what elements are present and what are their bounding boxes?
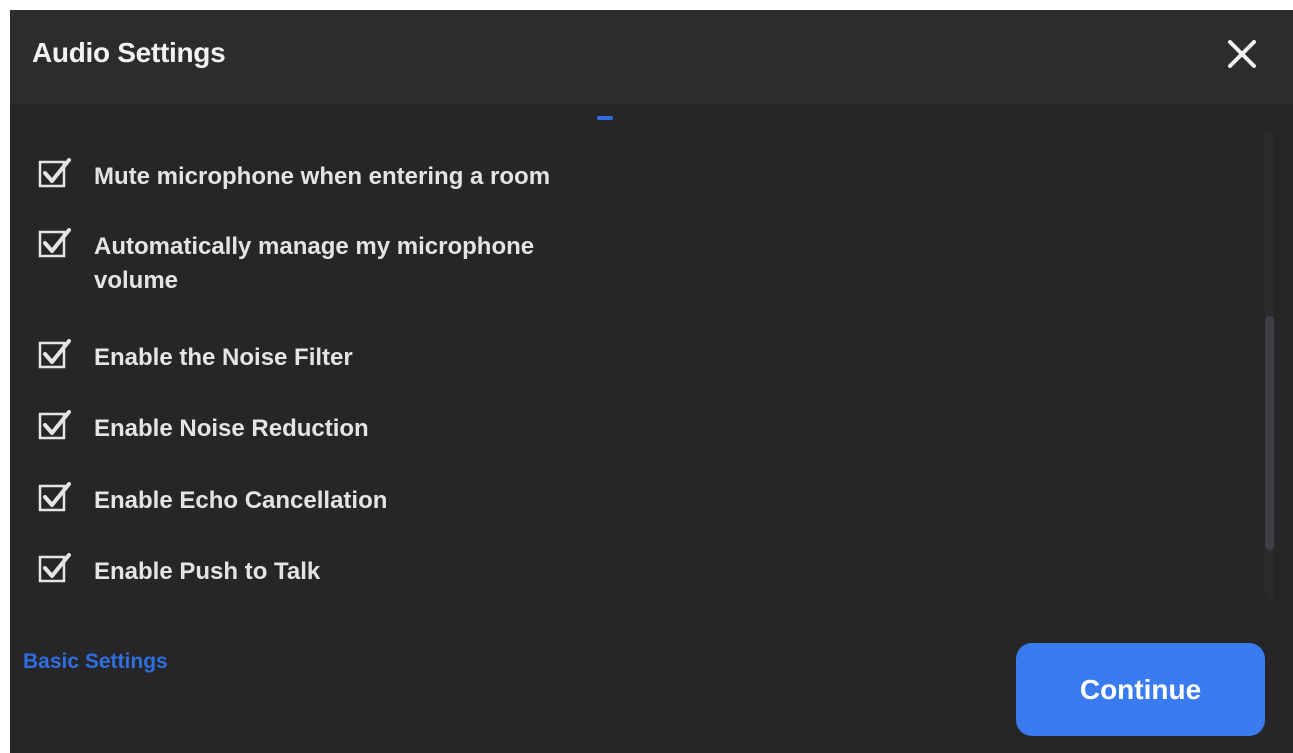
section-indicator [597,116,613,120]
scrollbar-thumb[interactable] [1265,316,1274,550]
option-label: Enable Push to Talk [94,558,321,585]
option-label: Enable the Noise Filter [94,344,353,371]
option-label: Mute microphone when entering a room [94,163,551,190]
dialog-header: Audio Settings [10,10,1293,104]
option-label: Enable Echo Cancellation [94,487,388,514]
basic-settings-link[interactable]: Basic Settings [23,650,168,674]
option-push-to-talk[interactable]: Enable Push to Talk [38,553,614,589]
option-auto-volume[interactable]: Automatically manage my microphone volum… [38,228,574,298]
close-button[interactable] [1220,32,1264,76]
audio-settings-dialog: Audio Settings Mute microphone when ente… [10,10,1293,753]
continue-button[interactable]: Continue [1016,643,1265,736]
close-icon [1228,40,1256,68]
checkbox-checked-icon[interactable] [38,337,74,373]
checkbox-checked-icon[interactable] [38,551,74,587]
checkbox-checked-icon[interactable] [38,226,74,262]
option-mute-on-entry[interactable]: Mute microphone when entering a room [38,158,614,194]
option-label: Enable Noise Reduction [94,415,369,442]
dialog-title: Audio Settings [32,37,226,68]
checkbox-checked-icon[interactable] [38,480,74,516]
option-noise-filter[interactable]: Enable the Noise Filter [38,339,614,375]
option-echo-cancellation[interactable]: Enable Echo Cancellation [38,482,614,518]
option-noise-reduction[interactable]: Enable Noise Reduction [38,410,614,446]
option-label: Automatically manage my microphone volum… [94,233,535,294]
checkbox-checked-icon[interactable] [38,156,74,192]
checkbox-checked-icon[interactable] [38,408,74,444]
